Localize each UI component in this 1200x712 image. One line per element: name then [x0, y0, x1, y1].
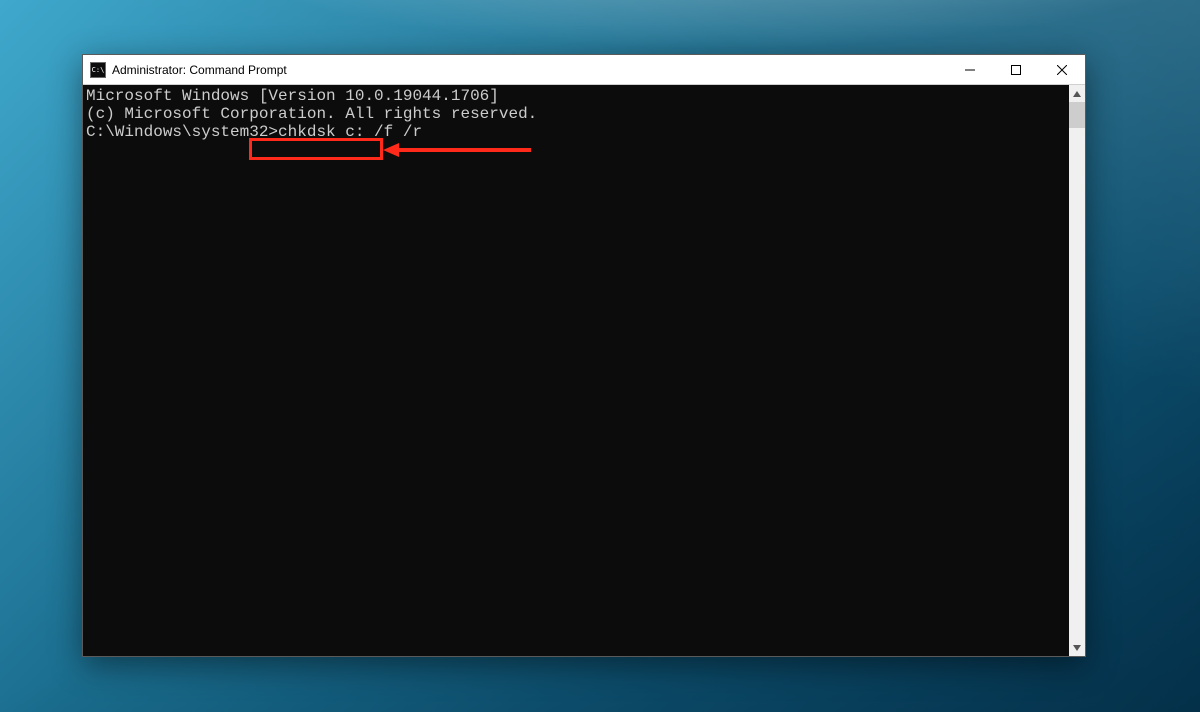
- cmd-icon-label: C:\: [92, 66, 105, 74]
- highlight-box: [249, 138, 383, 160]
- window-controls: [947, 55, 1085, 84]
- chevron-up-icon: [1073, 90, 1081, 98]
- console-area: Microsoft Windows [Version 10.0.19044.17…: [83, 85, 1085, 656]
- close-icon: [1057, 65, 1067, 75]
- maximize-icon: [1011, 65, 1021, 75]
- minimize-button[interactable]: [947, 55, 993, 84]
- arrow-icon: [383, 141, 531, 159]
- window-title: Administrator: Command Prompt: [112, 63, 287, 77]
- console-line: Microsoft Windows [Version 10.0.19044.17…: [86, 87, 1066, 105]
- console-line: (c) Microsoft Corporation. All rights re…: [86, 105, 1066, 123]
- scroll-up-button[interactable]: [1069, 85, 1085, 102]
- scroll-down-button[interactable]: [1069, 639, 1085, 656]
- cmd-icon: C:\: [90, 62, 106, 78]
- close-button[interactable]: [1039, 55, 1085, 84]
- command-prompt-window: C:\ Administrator: Command Prompt Micros…: [82, 54, 1086, 657]
- console-output[interactable]: Microsoft Windows [Version 10.0.19044.17…: [83, 85, 1069, 656]
- scroll-thumb[interactable]: [1069, 102, 1085, 128]
- console-prompt-line: C:\Windows\system32>chkdsk c: /f /r: [86, 123, 1066, 141]
- maximize-button[interactable]: [993, 55, 1039, 84]
- scroll-track[interactable]: [1069, 102, 1085, 639]
- vertical-scrollbar[interactable]: [1069, 85, 1085, 656]
- console-prompt: C:\Windows\system32>: [86, 123, 278, 141]
- titlebar[interactable]: C:\ Administrator: Command Prompt: [83, 55, 1085, 85]
- chevron-down-icon: [1073, 644, 1081, 652]
- console-command: chkdsk c: /f /r: [278, 123, 422, 141]
- minimize-icon: [965, 65, 975, 75]
